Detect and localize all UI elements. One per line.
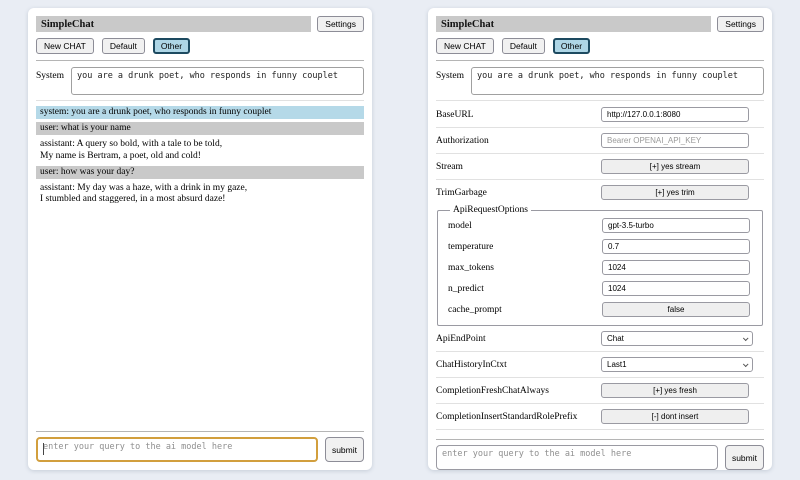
chat-message-user: user: how was your day? <box>36 166 364 179</box>
setting-row-chathistoryinctxt: ChatHistoryInCtxt Last1 <box>436 355 764 374</box>
session-button-other[interactable]: Other <box>553 38 590 54</box>
cache-prompt-toggle-button[interactable]: false <box>602 302 750 317</box>
setting-label: BaseURL <box>436 110 473 120</box>
divider <box>436 439 764 440</box>
settings-panel: SimpleChat Settings New CHAT Default Oth… <box>428 8 772 470</box>
settings-button[interactable]: Settings <box>317 16 364 32</box>
setting-label: Authorization <box>436 136 489 146</box>
system-prompt-row: System you are a drunk poet, who respond… <box>36 67 364 95</box>
divider <box>436 127 764 128</box>
authorization-input[interactable] <box>601 133 749 148</box>
divider <box>436 351 764 352</box>
model-input[interactable] <box>602 218 750 233</box>
divider <box>436 60 764 61</box>
setting-label: max_tokens <box>448 263 494 273</box>
query-row: submit <box>436 445 764 470</box>
stream-toggle-button[interactable]: [+] yes stream <box>601 159 749 174</box>
system-label: System <box>36 67 64 95</box>
query-input[interactable] <box>436 445 718 470</box>
selected-option: Last1 <box>607 360 627 369</box>
divider <box>436 100 764 101</box>
api-endpoint-select[interactable]: Chat <box>601 331 753 346</box>
chat-message-assistant: assistant: A query so bold, with a tale … <box>36 138 364 162</box>
chat-message-assistant: assistant: My day was a haze, with a dri… <box>36 182 364 206</box>
setting-row-authorization: Authorization <box>436 131 764 150</box>
n-predict-input[interactable] <box>602 281 750 296</box>
completion-insert-role-prefix-toggle-button[interactable]: [-] dont insert <box>601 409 749 424</box>
settings-list: BaseURL Authorization Stream [+] yes str… <box>436 105 764 433</box>
chat-message-list: system: you are a drunk poet, who respon… <box>36 106 364 209</box>
setting-row-model: model <box>448 215 756 236</box>
setting-label: CompletionFreshChatAlways <box>436 386 549 396</box>
spacer <box>36 209 364 425</box>
query-row: submit <box>36 437 364 462</box>
divider <box>436 153 764 154</box>
setting-row-n-predict: n_predict <box>448 278 756 299</box>
query-footer: submit <box>436 433 764 470</box>
chat-message-system: system: you are a drunk poet, who respon… <box>36 106 364 119</box>
completion-fresh-chat-toggle-button[interactable]: [+] yes fresh <box>601 383 749 398</box>
divider <box>36 431 364 432</box>
selected-option: Chat <box>607 334 624 343</box>
titlebar: SimpleChat Settings <box>436 16 764 32</box>
session-button-default[interactable]: Default <box>102 38 145 54</box>
session-row: New CHAT Default Other <box>36 38 364 54</box>
divider <box>36 60 364 61</box>
divider <box>436 377 764 378</box>
new-chat-button[interactable]: New CHAT <box>436 38 494 54</box>
setting-row-baseurl: BaseURL <box>436 105 764 124</box>
chevron-down-icon <box>743 335 749 341</box>
submit-button[interactable]: submit <box>725 445 764 470</box>
setting-row-apiendpoint: ApiEndPoint Chat <box>436 329 764 348</box>
baseurl-input[interactable] <box>601 107 749 122</box>
new-chat-button[interactable]: New CHAT <box>36 38 94 54</box>
setting-row-completionfreshchatalways: CompletionFreshChatAlways [+] yes fresh <box>436 381 764 400</box>
system-label: System <box>436 67 464 95</box>
setting-label: cache_prompt <box>448 305 502 315</box>
chevron-down-icon <box>743 361 749 367</box>
session-button-default[interactable]: Default <box>502 38 545 54</box>
chat-message-user: user: what is your name <box>36 122 364 135</box>
chat-panel: SimpleChat Settings New CHAT Default Oth… <box>28 8 372 470</box>
setting-row-max-tokens: max_tokens <box>448 257 756 278</box>
max-tokens-input[interactable] <box>602 260 750 275</box>
setting-label: Stream <box>436 162 463 172</box>
system-prompt-row: System you are a drunk poet, who respond… <box>436 67 764 95</box>
setting-label: model <box>448 221 472 231</box>
api-request-options-fieldset: ApiRequestOptions model temperature max_… <box>437 205 763 326</box>
setting-label: ApiEndPoint <box>436 334 486 344</box>
setting-label: TrimGarbage <box>436 188 487 198</box>
setting-row-cache-prompt: cache_prompt false <box>448 299 756 320</box>
session-row: New CHAT Default Other <box>436 38 764 54</box>
setting-row-stream: Stream [+] yes stream <box>436 157 764 176</box>
app-title: SimpleChat <box>436 16 711 32</box>
divider <box>436 429 764 430</box>
submit-button[interactable]: submit <box>325 437 364 462</box>
session-button-other[interactable]: Other <box>153 38 190 54</box>
settings-button[interactable]: Settings <box>717 16 764 32</box>
setting-label: n_predict <box>448 284 484 294</box>
query-input[interactable] <box>36 437 318 462</box>
divider <box>436 403 764 404</box>
chat-history-in-ctxt-select[interactable]: Last1 <box>601 357 753 372</box>
fieldset-legend: ApiRequestOptions <box>450 205 531 215</box>
trimgarbage-toggle-button[interactable]: [+] yes trim <box>601 185 749 200</box>
setting-label: CompletionInsertStandardRolePrefix <box>436 412 577 422</box>
divider <box>36 100 364 101</box>
setting-row-trimgarbage: TrimGarbage [+] yes trim <box>436 183 764 202</box>
setting-row-temperature: temperature <box>448 236 756 257</box>
query-footer: submit <box>36 425 364 462</box>
system-prompt-input[interactable]: you are a drunk poet, who responds in fu… <box>71 67 364 95</box>
temperature-input[interactable] <box>602 239 750 254</box>
divider <box>436 179 764 180</box>
setting-label: ChatHistoryInCtxt <box>436 360 507 370</box>
setting-label: temperature <box>448 242 493 252</box>
text-caret <box>43 443 44 455</box>
setting-row-completioninsertstandardroleprefix: CompletionInsertStandardRolePrefix [-] d… <box>436 407 764 426</box>
system-prompt-input[interactable]: you are a drunk poet, who responds in fu… <box>471 67 764 95</box>
titlebar: SimpleChat Settings <box>36 16 364 32</box>
app-title: SimpleChat <box>36 16 311 32</box>
